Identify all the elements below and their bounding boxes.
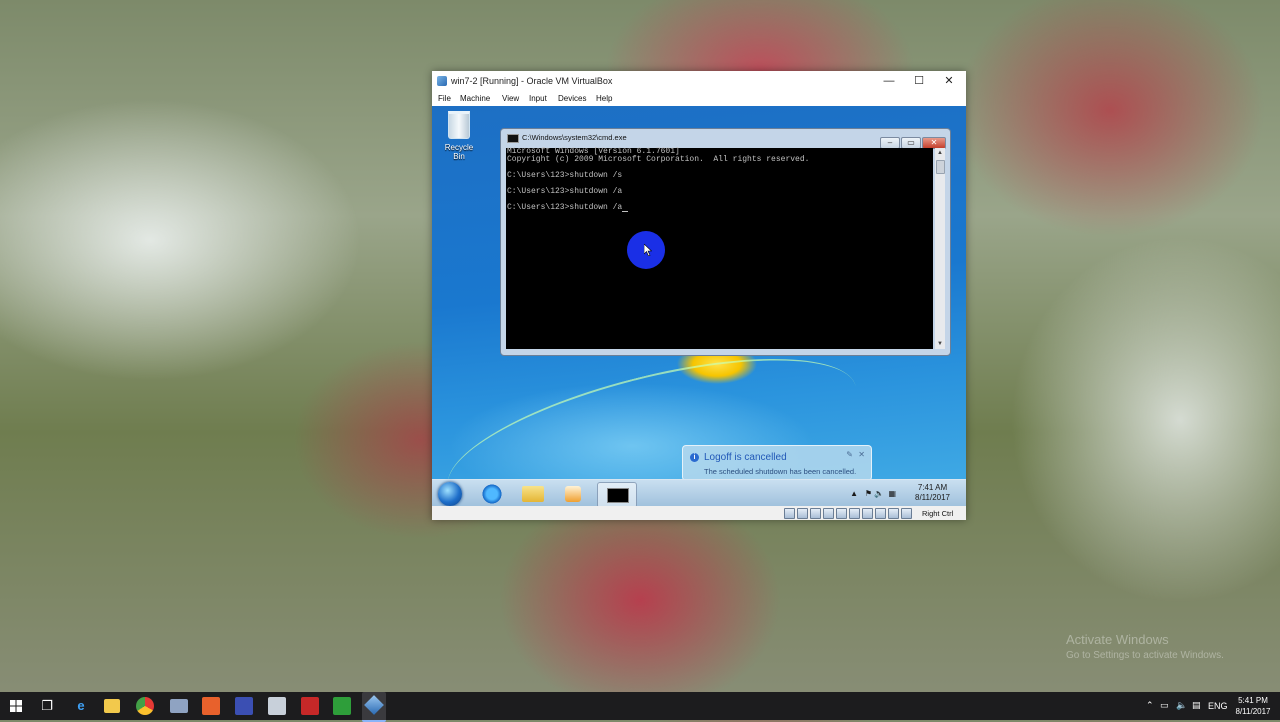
display-icon[interactable] <box>862 508 873 519</box>
menu-help[interactable]: Help <box>596 94 612 103</box>
chrome-icon[interactable] <box>136 697 154 715</box>
cmd-title-bar[interactable]: C:\Windows\system32\cmd.exe <box>507 133 627 143</box>
app-red-icon[interactable] <box>301 697 319 715</box>
virtualbox-taskbar-button[interactable] <box>362 692 386 722</box>
cmd-icon <box>507 133 519 143</box>
mouse-integration-icon[interactable] <box>901 508 912 519</box>
language-indicator[interactable]: ENG <box>1208 701 1228 711</box>
app-orange-icon[interactable] <box>202 697 220 715</box>
scroll-down-arrow-icon[interactable]: ▼ <box>935 339 945 349</box>
video-capture-icon[interactable] <box>875 508 886 519</box>
audio-icon[interactable] <box>810 508 821 519</box>
cmd-icon <box>607 488 629 503</box>
show-hidden-icons-icon[interactable]: ⌃ <box>1146 700 1154 711</box>
windows-start-icon[interactable] <box>6 696 26 716</box>
notification-balloon[interactable]: i Logoff is cancelled The scheduled shut… <box>682 445 872 481</box>
console-output[interactable]: Microsoft Windows [Version 6.1.7601] Cop… <box>506 148 933 349</box>
cmd-window-controls: – ▭ ✕ <box>879 132 946 149</box>
guest-clock-date: 8/11/2017 <box>915 493 950 502</box>
notification-title: Logoff is cancelled <box>704 452 787 463</box>
console-line: C:\Users\123>shutdown /a <box>507 203 623 212</box>
guest-clock[interactable]: 7:41 AM 8/11/2017 <box>915 483 950 503</box>
network-icon[interactable]: ▭ <box>1160 700 1169 711</box>
show-hidden-icons-icon[interactable]: ▲ <box>850 489 858 498</box>
watermark-title: Activate Windows <box>1066 632 1169 647</box>
host-clock[interactable]: 5:41 PM 8/11/2017 <box>1230 695 1276 717</box>
mouse-highlight <box>627 231 665 269</box>
host-clock-time: 5:41 PM <box>1238 696 1268 705</box>
optical-drive-icon[interactable] <box>797 508 808 519</box>
media-player-icon[interactable] <box>565 486 581 502</box>
maximize-button[interactable]: ☐ <box>904 72 934 90</box>
menu-devices[interactable]: Devices <box>558 94 586 103</box>
menu-input[interactable]: Input <box>529 94 547 103</box>
recycle-bin-shortcut[interactable]: Recycle Bin <box>438 111 480 161</box>
recycle-bin-label: Recycle Bin <box>444 143 474 161</box>
edge-icon[interactable]: e <box>71 696 91 716</box>
app-green-icon[interactable] <box>333 697 351 715</box>
network-icon[interactable]: ▦ <box>888 489 896 498</box>
notifications-icon[interactable]: ▤ <box>1192 700 1201 711</box>
folder-app-icon[interactable] <box>170 699 188 713</box>
save-app-icon[interactable] <box>235 697 253 715</box>
menu-machine[interactable]: Machine <box>460 94 490 103</box>
watermark-subtitle: Go to Settings to activate Windows. <box>1066 650 1224 661</box>
cmd-scrollbar[interactable]: ▲ ▼ <box>935 148 945 349</box>
virtualbox-title-bar[interactable]: win7-2 [Running] - Oracle VM VirtualBox … <box>432 71 966 91</box>
guest-taskbar: ▲ ⚑ 🔈 ▦ 7:41 AM 8/11/2017 <box>432 479 966 506</box>
guest-desktop[interactable]: Recycle Bin C:\Windows\system32\cmd.exe … <box>432 106 966 506</box>
console-line: C:\Users\123>shutdown /s <box>507 171 623 180</box>
virtualbox-status-bar: Right Ctrl <box>432 506 966 520</box>
cmd-taskbar-button[interactable] <box>597 482 637 506</box>
scroll-up-arrow-icon[interactable]: ▲ <box>935 148 945 158</box>
guest-clock-time: 7:41 AM <box>917 483 948 492</box>
cmd-window[interactable]: C:\Windows\system32\cmd.exe – ▭ ✕ Microsof… <box>500 128 951 356</box>
virtualbox-window: win7-2 [Running] - Oracle VM VirtualBox … <box>432 71 966 520</box>
virtualbox-title: win7-2 [Running] - Oracle VM VirtualBox <box>451 76 613 86</box>
notification-body: The scheduled shutdown has been cancelle… <box>704 467 857 476</box>
virtualization-icon[interactable] <box>888 508 899 519</box>
notification-close-icon[interactable]: ✕ <box>858 450 865 459</box>
menu-view[interactable]: View <box>502 94 519 103</box>
usb-icon[interactable] <box>836 508 847 519</box>
info-icon: i <box>690 453 699 462</box>
file-explorer-icon[interactable] <box>104 699 120 713</box>
console-line: C:\Users\123>shutdown /a <box>507 187 623 196</box>
shared-folders-icon[interactable] <box>849 508 860 519</box>
internet-explorer-icon[interactable] <box>481 483 503 505</box>
close-button[interactable]: ✕ <box>934 72 964 90</box>
network-adapter-icon[interactable] <box>823 508 834 519</box>
volume-icon[interactable]: 🔈 <box>1176 700 1187 711</box>
host-taskbar: ❐ e ⌃ ▭ 🔈 ▤ ENG 5:41 PM 8/11/2017 <box>0 692 1280 722</box>
volume-icon[interactable]: 🔈 <box>874 489 884 498</box>
mouse-pointer-icon <box>644 244 652 256</box>
console-line: Copyright (c) 2009 Microsoft Corporation… <box>507 155 810 164</box>
text-cursor <box>622 211 629 212</box>
virtualbox-icon <box>437 76 447 86</box>
explorer-folder-icon[interactable] <box>522 486 544 502</box>
scroll-thumb[interactable] <box>936 160 945 174</box>
recycle-bin-icon <box>448 111 470 139</box>
minimize-button[interactable]: — <box>874 72 904 90</box>
activate-windows-watermark: Activate Windows Go to Settings to activ… <box>1066 632 1224 661</box>
virtualbox-menu-bar: File Machine View Input Devices Help <box>432 91 966 106</box>
menu-file[interactable]: File <box>438 94 451 103</box>
start-orb-icon[interactable] <box>438 482 462 506</box>
host-clock-date: 8/11/2017 <box>1235 707 1271 716</box>
task-view-icon[interactable]: ❐ <box>37 696 57 716</box>
host-key-label: Right Ctrl <box>922 509 954 518</box>
cmd-title: C:\Windows\system32\cmd.exe <box>522 133 627 142</box>
action-center-icon[interactable]: ⚑ <box>865 489 872 498</box>
hard-disk-icon[interactable] <box>784 508 795 519</box>
pin-icon[interactable]: ✎ <box>846 450 853 459</box>
document-app-icon[interactable] <box>268 697 286 715</box>
